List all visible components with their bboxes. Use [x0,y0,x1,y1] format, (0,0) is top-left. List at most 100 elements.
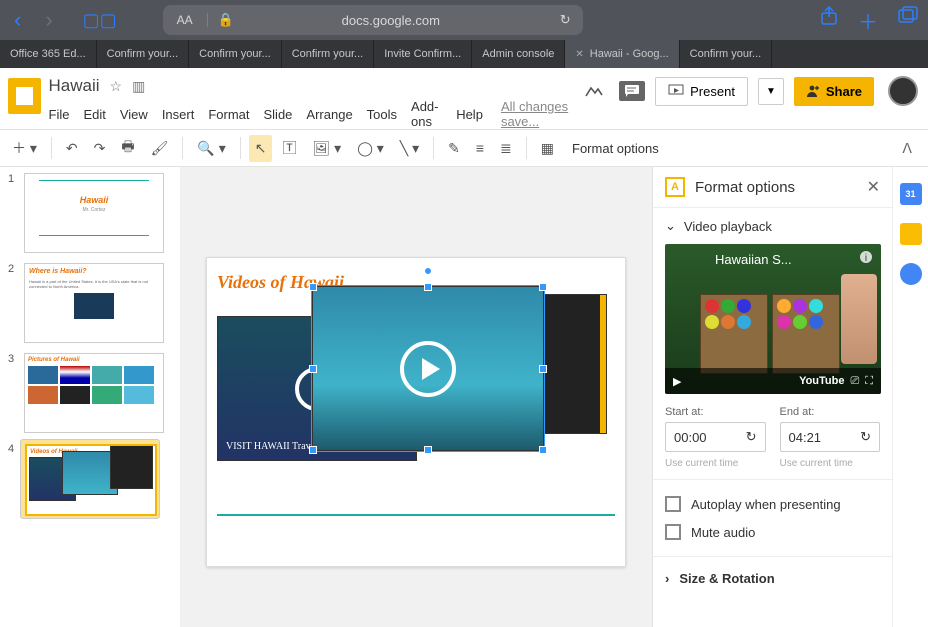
checkbox-icon[interactable] [665,524,681,540]
slide-canvas[interactable]: Videos of Hawaii [180,167,652,627]
resize-handle[interactable] [424,283,432,291]
format-options-button[interactable]: Format options [564,137,667,160]
menu-file[interactable]: File [49,107,70,122]
browser-tab[interactable]: Confirm your... [680,40,773,68]
new-tab-icon[interactable]: ＋ [858,6,878,35]
resize-handle[interactable] [309,283,317,291]
calendar-icon[interactable]: 31 [900,183,922,205]
browser-tab[interactable]: Office 365 Ed... [0,40,97,68]
resize-handle[interactable] [309,446,317,454]
use-current-end[interactable]: Use current time [780,458,881,469]
browser-tab[interactable]: Confirm your... [189,40,282,68]
slides-logo-icon[interactable] [8,78,41,114]
person-add-icon [806,84,820,98]
menu-slide[interactable]: Slide [264,107,293,122]
close-tab-icon[interactable]: ✕ [575,49,583,60]
save-status[interactable]: All changes save... [501,99,571,129]
menu-insert[interactable]: Insert [162,107,195,122]
crop-button[interactable]: ✎ [442,135,466,162]
current-slide: Videos of Hawaii [206,257,626,567]
menu-tools[interactable]: Tools [367,107,397,122]
refresh-icon[interactable]: ↻ [860,429,871,445]
star-icon[interactable]: ☆ [110,78,123,95]
format-options-panel: A Format options ✕ ⌄ Video playback Hawa… [652,167,892,627]
menu-help[interactable]: Help [456,107,483,122]
slide-thumbnail[interactable]: Hawaii Mr. Cortez [24,173,164,253]
keep-icon[interactable] [900,223,922,245]
resize-handle[interactable] [309,365,317,373]
menu-addons[interactable]: Add-ons [411,99,442,129]
browser-tab[interactable]: Confirm your... [97,40,190,68]
start-at-input[interactable]: 00:00↻ [665,422,766,452]
print-button[interactable]: 🖶 [115,131,140,165]
address-bar[interactable]: AA 🔒 docs.google.com ↻ [163,5,583,35]
present-button[interactable]: Present [655,77,748,106]
video-playback-section[interactable]: ⌄ Video playback [665,218,880,234]
browser-tab-active[interactable]: ✕Hawaii - Goog... [565,40,679,68]
account-avatar[interactable] [888,76,918,106]
menu-format[interactable]: Format [208,107,249,122]
explore-icon[interactable] [579,78,609,104]
checkbox-icon[interactable] [665,496,681,512]
video-preview-content [700,294,840,374]
border-dash-button[interactable]: ≣ [494,135,518,162]
tabs-icon[interactable] [898,6,918,35]
mask-button[interactable]: ▦ [535,135,560,162]
present-icon [668,84,684,98]
mute-checkbox-row[interactable]: Mute audio [665,518,880,546]
undo-button[interactable]: ↶ [60,135,84,162]
resize-handle[interactable] [424,446,432,454]
video-object-selected[interactable] [312,286,544,451]
text-size-icon[interactable]: AA [163,13,208,27]
menu-view[interactable]: View [120,107,148,122]
cast-icon[interactable]: ⎚ [850,375,859,388]
hide-menus-icon[interactable]: ᐱ [902,140,922,157]
forward-button[interactable]: › [41,7,56,33]
comments-icon[interactable] [619,81,645,101]
bookmarks-icon[interactable]: ▢▢ [83,10,117,31]
resize-handle[interactable] [539,446,547,454]
textbox-tool[interactable]: 🅃 [276,133,302,163]
slide-thumbnail[interactable]: Pictures of Hawaii [24,353,164,433]
border-weight-button[interactable]: ≡ [470,135,490,161]
image-tool[interactable]: 🖼 ▾ [306,135,347,162]
share-button[interactable]: Share [794,77,874,106]
refresh-icon[interactable]: ↻ [746,429,757,445]
slide-thumbnail[interactable]: Where is Hawaii? Hawaii is a part of the… [24,263,164,343]
slide-thumbnail[interactable]: Videos of Hawaii [25,444,157,516]
redo-button[interactable]: ↷ [88,135,112,162]
line-tool[interactable]: ╲ ▾ [394,135,425,162]
share-icon[interactable] [820,6,838,35]
play-icon[interactable] [400,341,456,397]
browser-tab[interactable]: Confirm your... [282,40,375,68]
present-dropdown[interactable]: ▼ [758,78,784,105]
move-folder-icon[interactable]: ▥ [132,78,145,95]
video-preview[interactable]: Hawaiian S... i ▶ YouTube ⎚ ⛶ [665,244,881,394]
resize-handle[interactable] [539,365,547,373]
end-at-input[interactable]: 04:21↻ [780,422,881,452]
play-icon[interactable]: ▶ [673,375,681,388]
fullscreen-icon[interactable]: ⛶ [865,375,873,388]
reload-icon[interactable]: ↻ [548,12,583,28]
info-icon[interactable]: i [859,250,873,264]
resize-handle[interactable] [539,283,547,291]
use-current-start[interactable]: Use current time [665,458,766,469]
autoplay-checkbox-row[interactable]: Autoplay when presenting [665,490,880,518]
menu-arrange[interactable]: Arrange [306,107,352,122]
select-tool[interactable]: ↖ [249,135,273,162]
close-panel-icon[interactable]: ✕ [867,177,880,197]
slide-number: 4 [8,443,18,515]
browser-tab[interactable]: Admin console [472,40,565,68]
document-title[interactable]: Hawaii [49,76,100,96]
shape-tool[interactable]: ◯ ▾ [351,135,390,162]
back-button[interactable]: ‹ [10,7,25,33]
zoom-button[interactable]: 🔍 ▾ [191,135,231,162]
tasks-icon[interactable] [900,263,922,285]
rotate-handle[interactable] [424,267,432,275]
new-slide-button[interactable]: ＋ ▾ [6,133,43,163]
browser-tab[interactable]: Invite Confirm... [374,40,472,68]
menu-edit[interactable]: Edit [83,107,105,122]
size-rotation-section[interactable]: › Size & Rotation [653,557,892,600]
youtube-logo[interactable]: YouTube [799,375,844,387]
paint-format-button[interactable]: 🖌 [145,135,175,162]
